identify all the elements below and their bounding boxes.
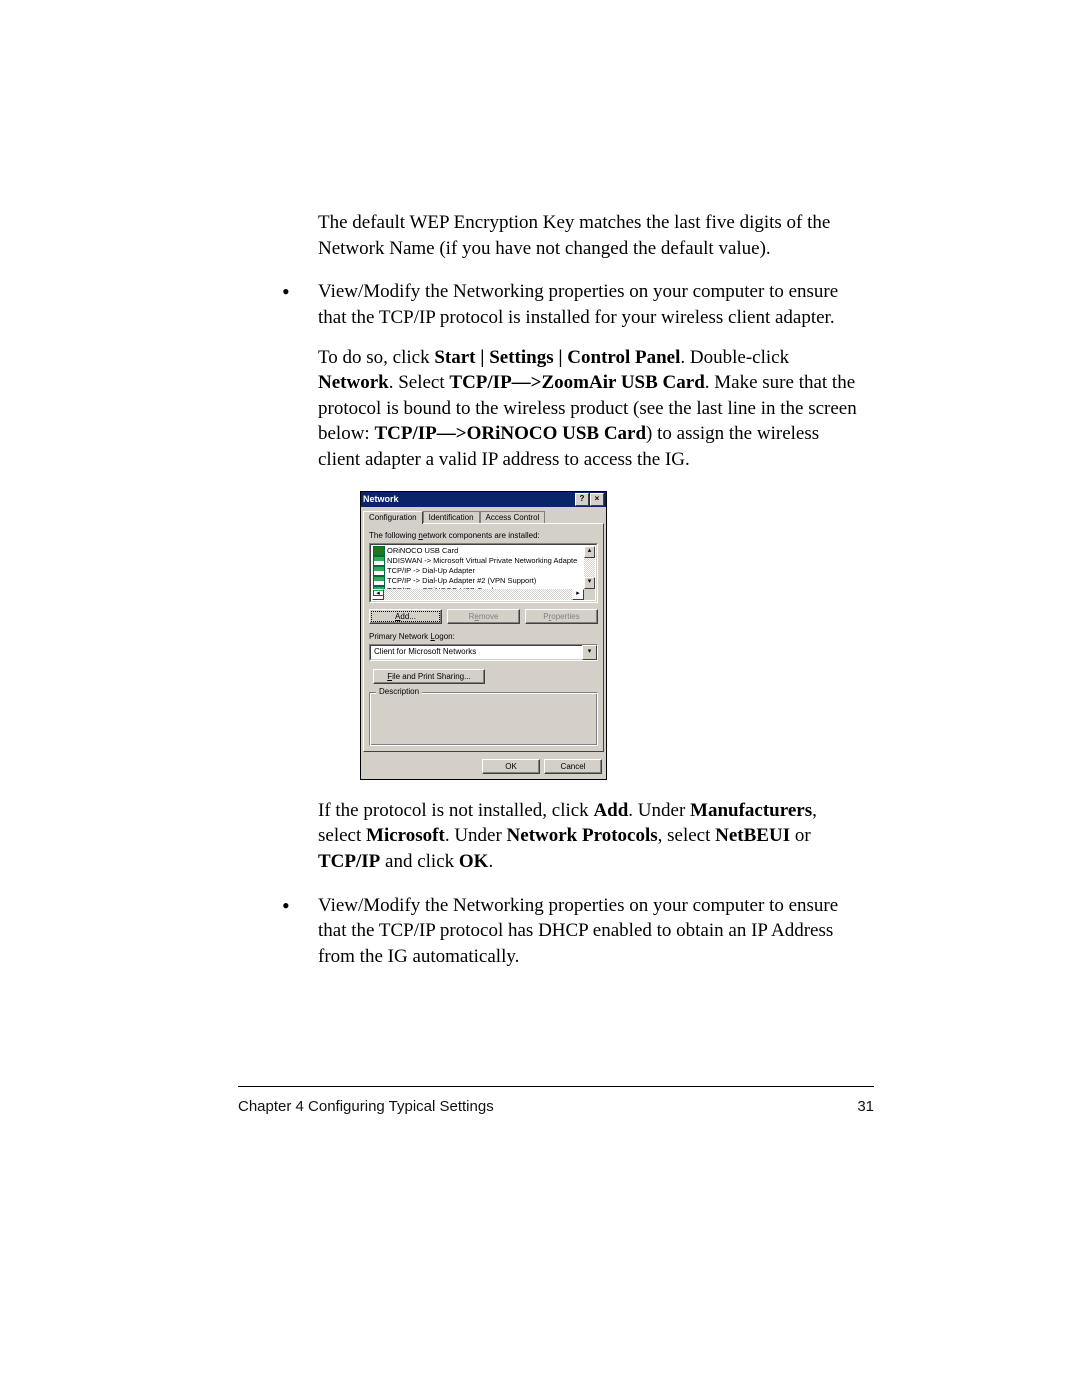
components-listbox[interactable]: ORiNOCO USB Card NDISWAN -> Microsoft Vi… <box>369 543 598 603</box>
logon-label: Primary Network Logon: <box>369 632 598 641</box>
bold-ok: OK <box>459 851 489 872</box>
add-button[interactable]: Add... <box>369 609 442 624</box>
content-column: The default WEP Encryption Key matches t… <box>276 210 860 988</box>
item-text: TCP/IP -> Dial-Up Adapter #2 (VPN Suppor… <box>387 576 536 586</box>
bullet-2-text: View/Modify the Networking properties on… <box>318 893 860 970</box>
list-item[interactable]: ORiNOCO USB Card <box>373 546 583 556</box>
bold-netbeui: NetBEUI <box>715 825 790 846</box>
bold-zoomair: TCP/IP—>ZoomAir USB Card <box>449 372 704 393</box>
titlebar: Network ? × <box>361 492 606 507</box>
t: The following <box>369 531 418 540</box>
t: To do so, click <box>318 347 434 368</box>
list-item[interactable]: TCP/IP -> Dial-Up Adapter #2 (VPN Suppor… <box>373 576 583 586</box>
protocol-icon <box>373 576 385 586</box>
item-text: ORiNOCO USB Card <box>387 546 458 556</box>
t: etwork components are installed: <box>423 531 540 540</box>
adapter-icon <box>373 546 385 556</box>
bullet-1-text: View/Modify the Networking properties on… <box>318 279 860 330</box>
paragraph-wep: The default WEP Encryption Key matches t… <box>318 210 860 261</box>
ok-button[interactable]: OK <box>482 759 540 774</box>
description-group: Description <box>369 692 598 746</box>
scroll-corner <box>584 589 595 600</box>
t: . Select <box>389 372 450 393</box>
instructions-2: If the protocol is not installed, click … <box>318 798 860 875</box>
instructions-1: To do so, click Start | Settings | Contr… <box>318 345 860 473</box>
scroll-up-icon[interactable]: ▴ <box>584 546 595 558</box>
bold-network: Network <box>318 372 389 393</box>
item-text: TCP/IP -> Dial-Up Adapter <box>387 566 475 576</box>
bold-start-path: Start | Settings | Control Panel <box>434 347 680 368</box>
t: . Double-click <box>680 347 789 368</box>
tab-configuration[interactable]: Configuration <box>363 511 423 524</box>
components-label: The following network components are ins… <box>369 531 598 540</box>
t: move <box>479 612 499 621</box>
tab-access-control[interactable]: Access Control <box>480 511 546 523</box>
scroll-track[interactable] <box>384 589 572 600</box>
page: The default WEP Encryption Key matches t… <box>0 0 1080 1397</box>
bold-manufacturers: Manufacturers <box>690 800 812 821</box>
bold-tcpip: TCP/IP <box>318 851 380 872</box>
button-row: Add... Remove Properties <box>369 609 598 624</box>
bullet-1: View/Modify the Networking properties on… <box>276 279 860 874</box>
footer-chapter: Chapter 4 Configuring Typical Settings <box>238 1098 494 1115</box>
t: Primary Network <box>369 632 430 641</box>
t: , select <box>658 825 716 846</box>
t: or <box>790 825 811 846</box>
horizontal-scrollbar[interactable]: ◂ ▸ <box>372 589 584 600</box>
primary-logon-combo[interactable]: Client for Microsoft Networks ▾ <box>369 644 598 661</box>
bullet-2: View/Modify the Networking properties on… <box>276 893 860 970</box>
remove-button[interactable]: Remove <box>447 609 520 624</box>
cancel-button[interactable]: Cancel <box>544 759 602 774</box>
bullet-list: View/Modify the Networking properties on… <box>276 279 860 969</box>
bold-network-protocols: Network Protocols <box>507 825 658 846</box>
tab-panel: The following network components are ins… <box>363 523 604 752</box>
t: . Under <box>628 800 690 821</box>
bold-add: Add <box>593 800 628 821</box>
tabs: Configuration Identification Access Cont… <box>363 511 604 523</box>
listbox-inner: ORiNOCO USB Card NDISWAN -> Microsoft Vi… <box>370 544 597 602</box>
file-print-sharing-button[interactable]: File and Print Sharing... <box>373 669 485 684</box>
dialog-buttons: OK Cancel <box>361 754 606 779</box>
tab-identification[interactable]: Identification <box>423 511 480 523</box>
bold-microsoft: Microsoft <box>366 825 445 846</box>
footer: Chapter 4 Configuring Typical Settings 3… <box>238 1098 874 1115</box>
vertical-scrollbar[interactable]: ▴ ▾ <box>584 546 595 589</box>
item-text: NDISWAN -> Microsoft Virtual Private Net… <box>387 556 577 566</box>
t: operties <box>551 612 579 621</box>
description-label: Description <box>376 687 422 696</box>
list-item[interactable]: TCP/IP -> Dial-Up Adapter <box>373 566 583 576</box>
scroll-down-icon[interactable]: ▾ <box>584 577 595 589</box>
t: dd... <box>400 612 416 621</box>
t: ile and Print Sharing... <box>392 672 471 681</box>
t: . Under <box>445 825 507 846</box>
t: ogon: <box>435 632 455 641</box>
protocol-icon <box>373 566 385 576</box>
list-item[interactable]: NDISWAN -> Microsoft Virtual Private Net… <box>373 556 583 566</box>
scroll-right-icon[interactable]: ▸ <box>572 589 584 600</box>
help-button[interactable]: ? <box>575 493 589 506</box>
properties-button[interactable]: Properties <box>525 609 598 624</box>
t: and click <box>380 851 459 872</box>
t: . <box>488 851 493 872</box>
dialog-title: Network <box>363 494 399 504</box>
t: If the protocol is not installed, click <box>318 800 593 821</box>
combo-value: Client for Microsoft Networks <box>370 645 582 660</box>
protocol-icon <box>373 556 385 566</box>
network-dialog: Network ? × Configuration Identification… <box>360 491 607 780</box>
chevron-down-icon[interactable]: ▾ <box>582 645 597 660</box>
scroll-track[interactable] <box>584 558 595 577</box>
footer-rule <box>238 1086 874 1087</box>
scroll-left-icon[interactable]: ◂ <box>372 589 384 600</box>
bold-orinoco: TCP/IP—>ORiNOCO USB Card <box>374 423 646 444</box>
close-button[interactable]: × <box>590 493 604 506</box>
page-number: 31 <box>857 1098 874 1115</box>
